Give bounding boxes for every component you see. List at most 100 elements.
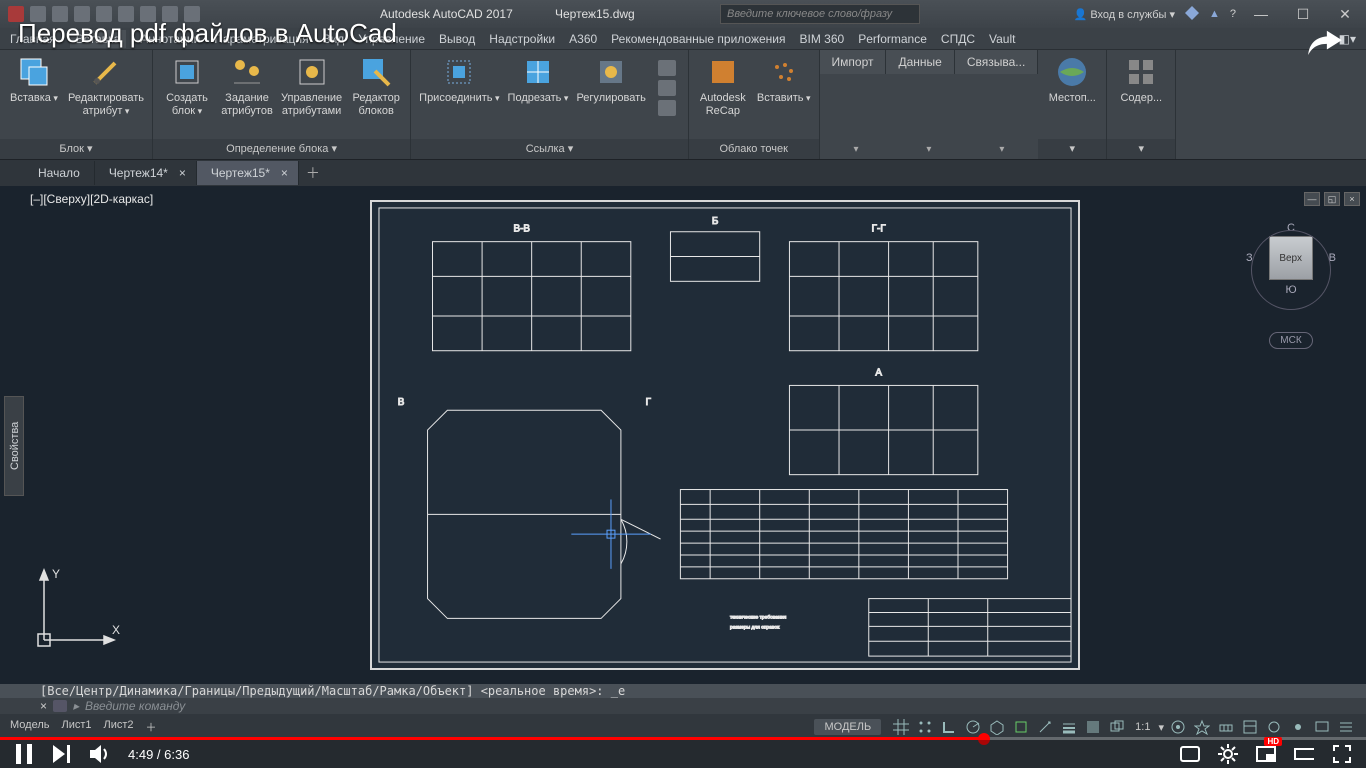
insert-button[interactable]: Вставка <box>8 56 60 105</box>
ribbon-tab-data[interactable]: Данные <box>886 50 954 74</box>
location-button[interactable]: Местоп... <box>1046 56 1098 105</box>
volume-icon[interactable] <box>90 744 110 764</box>
tab-spds[interactable]: СПДС <box>941 32 975 46</box>
tab-a360[interactable]: A360 <box>569 32 597 46</box>
cycling-icon[interactable] <box>1107 717 1127 737</box>
grid-icon[interactable] <box>891 717 911 737</box>
content-button[interactable]: Содер... <box>1115 56 1167 105</box>
ribbon-tab-link[interactable]: Связыва... <box>955 50 1038 74</box>
layout-add[interactable]: ＋ <box>146 719 157 735</box>
drawing-sheet: В-В Б Г-Г А В Г <box>370 200 1080 670</box>
theater-icon[interactable] <box>1294 744 1314 764</box>
edit-attribute-button[interactable]: Редактировать атрибут <box>68 56 144 118</box>
model-space-button[interactable]: МОДЕЛЬ <box>814 719 881 735</box>
search-input[interactable]: Введите ключевое слово/фразу <box>720 4 920 24</box>
customize-icon[interactable] <box>1336 717 1356 737</box>
layout-sheet1[interactable]: Лист1 <box>61 719 91 735</box>
app-title: Autodesk AutoCAD 2017 <box>380 7 513 21</box>
minimize-button[interactable]: — <box>1240 0 1282 28</box>
viewcube[interactable]: С З Верх В Ю МСК <box>1246 222 1336 349</box>
command-line[interactable]: × ▸ Введите команду <box>0 698 1366 714</box>
quickprops-icon[interactable] <box>1240 717 1260 737</box>
ref-extras[interactable] <box>654 56 680 120</box>
subtitles-icon[interactable] <box>1180 744 1200 764</box>
tab-performance[interactable]: Performance <box>858 32 927 46</box>
maximize-button[interactable]: ☐ <box>1282 0 1324 28</box>
define-attributes-button[interactable]: Задание атрибутов <box>221 56 273 118</box>
tab-data-drop[interactable]: ▾ <box>926 144 931 155</box>
anno-monitor-icon[interactable] <box>1192 717 1212 737</box>
ortho-icon[interactable] <box>939 717 959 737</box>
tab-import-drop[interactable]: ▾ <box>853 144 858 155</box>
panel-pointcloud: Autodesk ReCap Вставить Облако точек <box>689 50 820 159</box>
svg-text:технические требования: технические требования <box>730 614 787 620</box>
lineweight-icon[interactable] <box>1059 717 1079 737</box>
manage-attributes-button[interactable]: Управление атрибутами <box>281 56 342 118</box>
panel-ref-title[interactable]: Ссылка ▾ <box>411 139 688 159</box>
workspace-icon[interactable] <box>1168 717 1188 737</box>
viewcube-wcs[interactable]: МСК <box>1269 332 1312 349</box>
transparency-icon[interactable] <box>1083 717 1103 737</box>
recap-button[interactable]: Autodesk ReCap <box>697 56 749 118</box>
hardware-accel-icon[interactable] <box>1264 717 1284 737</box>
a360-icon[interactable]: ▲ <box>1209 8 1220 20</box>
close-button[interactable]: ✕ <box>1324 0 1366 28</box>
attach-button[interactable]: Присоединить <box>419 56 499 105</box>
help-icon[interactable]: ? <box>1230 8 1236 20</box>
layout-sheet2[interactable]: Лист2 <box>104 719 134 735</box>
properties-palette-tab[interactable]: Свойства <box>4 396 24 496</box>
close-icon[interactable]: × <box>281 166 288 180</box>
tab-file-2[interactable]: Чертеж15*× <box>197 161 299 185</box>
vp-minimize-icon[interactable]: — <box>1304 192 1320 206</box>
tab-file-1[interactable]: Чертеж14*× <box>95 161 197 185</box>
fullscreen-icon[interactable] <box>1332 744 1352 764</box>
tab-add-button[interactable]: ＋ <box>299 163 327 183</box>
clip-button[interactable]: Подрезать <box>508 56 569 105</box>
panel-loc-drop[interactable]: ▾ <box>1038 139 1106 159</box>
cmd-close-icon[interactable]: × <box>40 699 47 713</box>
anno-scale-value[interactable]: 1:1 <box>1131 721 1154 733</box>
ribbon-tab-import[interactable]: Импорт <box>820 50 887 74</box>
tab-featured[interactable]: Рекомендованные приложения <box>611 32 785 46</box>
annoscale-icon[interactable] <box>1035 717 1055 737</box>
panel-content: Содер... ▾ <box>1107 50 1176 159</box>
osnap-icon[interactable] <box>1011 717 1031 737</box>
panel-cont-drop[interactable]: ▾ <box>1107 139 1175 159</box>
miniplayer-icon[interactable] <box>1256 744 1276 764</box>
tab-addins[interactable]: Надстройки <box>489 32 555 46</box>
tab-output[interactable]: Вывод <box>439 32 475 46</box>
panel-block-title[interactable]: Блок ▾ <box>0 139 152 159</box>
panel-def-title[interactable]: Определение блока ▾ <box>153 139 410 159</box>
adjust-button[interactable]: Регулировать <box>576 56 645 105</box>
cleanscreen-icon[interactable] <box>1312 717 1332 737</box>
pause-button[interactable] <box>14 744 34 764</box>
exchange-icon[interactable] <box>1185 6 1199 23</box>
close-icon[interactable]: × <box>179 166 186 180</box>
cmd-prompt-icon <box>53 700 67 712</box>
file-tabs: Начало Чертеж14*× Чертеж15*× ＋ <box>0 160 1366 186</box>
isodraft-icon[interactable] <box>987 717 1007 737</box>
scale-drop-icon[interactable]: ▾ <box>1158 721 1164 734</box>
svg-text:размеры для справок: размеры для справок <box>730 625 780 630</box>
tab-vault[interactable]: Vault <box>989 32 1015 46</box>
create-block-button[interactable]: Создать блок <box>161 56 213 118</box>
next-button[interactable] <box>52 744 72 764</box>
ribbon: Вставка Редактировать атрибут Блок ▾ Соз… <box>0 50 1366 160</box>
vp-maximize-icon[interactable]: ◱ <box>1324 192 1340 206</box>
insert-pc-button[interactable]: Вставить <box>757 56 811 105</box>
tab-start[interactable]: Начало <box>24 161 95 185</box>
tab-link-drop[interactable]: ▾ <box>999 144 1004 155</box>
signin-button[interactable]: 👤 Вход в службы ▾ <box>1074 8 1175 21</box>
share-icon[interactable] <box>1308 28 1342 61</box>
layout-model[interactable]: Модель <box>10 719 49 735</box>
block-editor-button[interactable]: Редактор блоков <box>350 56 402 118</box>
isolate-icon[interactable] <box>1288 717 1308 737</box>
units-icon[interactable] <box>1216 717 1236 737</box>
settings-icon[interactable] <box>1218 744 1238 764</box>
tab-bim360[interactable]: BIM 360 <box>800 32 845 46</box>
snap-grid-icon[interactable] <box>915 717 935 737</box>
drawing-canvas[interactable]: [–][Сверху][2D-каркас] — ◱ × Свойства В-… <box>0 186 1366 684</box>
vp-close-icon[interactable]: × <box>1344 192 1360 206</box>
view-controls-label[interactable]: [–][Сверху][2D-каркас] <box>30 192 153 206</box>
titlebar-right: 👤 Вход в службы ▾ ▲ ? <box>1074 6 1236 23</box>
